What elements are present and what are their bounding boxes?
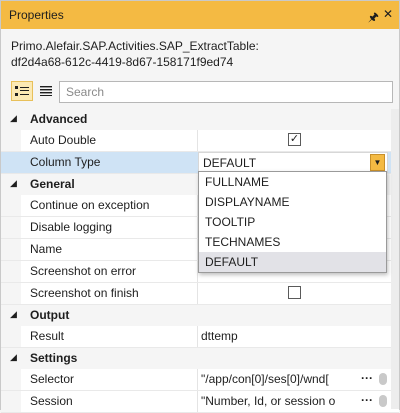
collapse-caret-icon[interactable]: ◢ xyxy=(10,309,17,320)
property-name: Screenshot on error xyxy=(30,264,137,278)
property-row-selector[interactable]: Selector "/app/con[0]/ses[0]/wnd[ ··· xyxy=(1,369,399,391)
collapse-caret-icon[interactable]: ◢ xyxy=(10,352,17,363)
collapse-caret-icon[interactable]: ◢ xyxy=(10,113,17,124)
microphone-icon[interactable] xyxy=(379,373,387,385)
selector-value[interactable]: "/app/con[0]/ses[0]/wnd[ xyxy=(201,372,329,386)
dropdown-option-selected[interactable]: DEFAULT xyxy=(199,252,386,272)
chevron-down-icon[interactable]: ▼ xyxy=(370,154,385,171)
selector-more-button[interactable]: ··· xyxy=(359,371,373,385)
property-name: Auto Double xyxy=(30,133,97,147)
activity-id: df2d4a68-612c-4419-8d67-158171f9ed74 xyxy=(11,55,234,69)
activity-identifier: Primo.Alefair.SAP.Activities.SAP_Extract… xyxy=(1,29,399,72)
property-name: Disable logging xyxy=(30,220,113,234)
property-name: Result xyxy=(30,329,65,343)
category-output[interactable]: ◢ Output xyxy=(1,305,399,326)
property-name: Session xyxy=(30,394,73,408)
property-row-result[interactable]: Result dttemp xyxy=(1,326,399,348)
close-icon[interactable]: ✕ xyxy=(383,7,393,21)
panel-title: Properties xyxy=(9,8,64,22)
screenshot-on-finish-checkbox[interactable] xyxy=(288,286,301,299)
dropdown-option[interactable]: TECHNAMES xyxy=(199,232,386,252)
pin-icon[interactable]: 🖈 xyxy=(368,8,379,29)
session-more-button[interactable]: ··· xyxy=(359,393,373,407)
dropdown-option[interactable]: DISPLAYNAME xyxy=(199,192,386,212)
category-label: Settings xyxy=(30,351,78,365)
search-placeholder: Search xyxy=(66,85,105,99)
dropdown-option[interactable]: TOOLTIP xyxy=(199,212,386,232)
property-name: Column Type xyxy=(30,155,101,169)
property-name: Selector xyxy=(30,372,75,386)
result-value[interactable]: dttemp xyxy=(201,329,238,343)
category-label: General xyxy=(30,177,75,191)
property-name: Screenshot on finish xyxy=(30,286,139,300)
category-advanced[interactable]: ◢ Advanced xyxy=(1,109,399,130)
collapse-caret-icon[interactable]: ◢ xyxy=(10,178,17,189)
column-type-combobox[interactable]: DEFAULT ▼ xyxy=(198,152,388,173)
session-value[interactable]: "Number, Id, or session o xyxy=(201,394,335,408)
auto-double-checkbox[interactable]: ✓ xyxy=(288,133,301,146)
column-type-value: DEFAULT xyxy=(203,156,257,170)
column-type-dropdown-list: FULLNAME DISPLAYNAME TOOLTIP TECHNAMES D… xyxy=(198,171,387,273)
property-name: Name xyxy=(30,242,63,256)
category-label: Advanced xyxy=(30,112,88,126)
property-name: Continue on exception xyxy=(30,198,150,212)
property-row-screenshot-on-finish[interactable]: Screenshot on finish xyxy=(1,283,399,305)
search-input[interactable]: Search xyxy=(59,81,393,103)
category-settings[interactable]: ◢ Settings xyxy=(1,348,399,369)
scrollbar[interactable] xyxy=(391,109,399,409)
category-label: Output xyxy=(30,308,70,322)
properties-toolbar: Search xyxy=(1,78,399,106)
microphone-icon[interactable] xyxy=(379,395,387,407)
panel-title-bar: Properties 🖈 ✕ xyxy=(1,1,399,29)
activity-type: Primo.Alefair.SAP.Activities.SAP_Extract… xyxy=(11,39,259,53)
alphabetical-view-icon[interactable] xyxy=(35,81,57,101)
categorized-view-icon[interactable] xyxy=(11,81,33,101)
property-row-auto-double[interactable]: Auto Double ✓ xyxy=(1,130,399,152)
properties-panel: Properties 🖈 ✕ Primo.Alefair.SAP.Activit… xyxy=(0,0,400,413)
dropdown-option[interactable]: FULLNAME xyxy=(199,172,386,192)
